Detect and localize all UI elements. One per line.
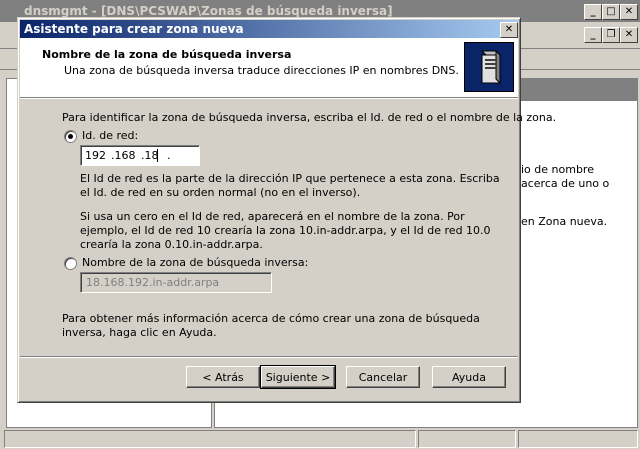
minimize-button[interactable]: _ — [584, 4, 602, 20]
header-subtitle: Una zona de búsqueda inversa traduce dir… — [64, 64, 459, 77]
network-id-input[interactable]: 192 .168 .18 . — [80, 145, 200, 166]
close-button[interactable]: ✕ — [620, 4, 638, 20]
zone-name-label: Nombre de la zona de búsqueda inversa: — [82, 256, 309, 269]
background-window-title: dnsmgmt - [DNS\PCSWAP\Zonas de búsqueda … — [24, 4, 393, 18]
octet-1[interactable]: 192 — [85, 149, 106, 162]
child-restore-button[interactable]: ❐ — [602, 27, 620, 43]
maximize-button[interactable]: □ — [602, 4, 620, 20]
status-panel-1 — [4, 430, 416, 448]
octet-4[interactable]: . — [167, 149, 171, 162]
text-cursor — [157, 149, 158, 162]
status-bar — [0, 428, 640, 449]
status-panel-2 — [418, 430, 516, 448]
dialog-title: Asistente para crear zona nueva — [24, 22, 244, 36]
network-id-radio[interactable] — [64, 130, 77, 143]
wizard-header: Nombre de la zona de búsqueda inversa Un… — [20, 38, 518, 98]
zone-name-input[interactable]: 18.168.192.in-addr.arpa — [80, 272, 272, 293]
child-minimize-button[interactable]: _ — [584, 27, 602, 43]
octet-3[interactable]: .18 — [141, 149, 159, 162]
octet-2[interactable]: .168 — [111, 149, 136, 162]
back-button[interactable]: < Atrás — [186, 366, 260, 388]
next-button[interactable]: Siguiente > — [260, 365, 336, 389]
help-info-text: Para obtener más información acerca de c… — [62, 312, 480, 339]
zone-name-radio[interactable] — [64, 257, 77, 270]
dialog-titlebar[interactable]: Asistente para crear zona nueva ✕ — [20, 20, 518, 38]
dialog-close-button[interactable]: ✕ — [500, 22, 518, 38]
header-divider — [20, 98, 518, 99]
new-zone-wizard-dialog: Asistente para crear zona nueva ✕ Nombre… — [17, 17, 557, 403]
zone-name-value: 18.168.192.in-addr.arpa — [86, 276, 220, 289]
network-id-help: El Id de red es la parte de la dirección… — [80, 172, 500, 199]
header-title: Nombre de la zona de búsqueda inversa — [42, 48, 292, 61]
help-button[interactable]: Ayuda — [432, 366, 506, 388]
details-pane-text: io de nombre acerca de uno o — [521, 163, 610, 190]
status-panel-3 — [518, 430, 638, 448]
server-icon — [464, 42, 514, 92]
intro-text: Para identificar la zona de búsqueda inv… — [62, 111, 557, 124]
network-id-label: Id. de red: — [82, 129, 139, 142]
zero-network-id-help: Si usa un cero en el Id de red, aparecer… — [80, 210, 491, 251]
details-pane-text-2: en Zona nueva. — [521, 215, 608, 228]
child-close-button[interactable]: ✕ — [620, 27, 638, 43]
cancel-button[interactable]: Cancelar — [346, 366, 420, 388]
footer-divider — [20, 356, 518, 358]
